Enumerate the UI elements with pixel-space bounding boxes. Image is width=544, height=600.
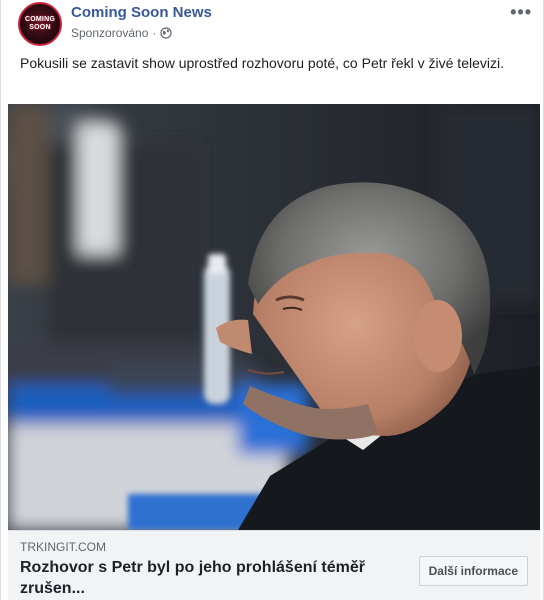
link-preview[interactable]: TRKINGIT.COM Rozhovor s Petr byl po jeho… — [8, 530, 540, 600]
page-avatar[interactable]: COMING SOON — [18, 2, 62, 46]
post-meta: Sponzorováno · — [71, 26, 172, 40]
more-options-icon[interactable]: ••• — [510, 2, 532, 23]
meta-separator: · — [152, 26, 157, 40]
sponsored-post: COMING SOON Coming Soon News Sponzorován… — [0, 0, 544, 600]
learn-more-button[interactable]: Další informace — [418, 556, 528, 586]
post-header: COMING SOON Coming Soon News Sponzorován… — [18, 2, 538, 46]
post-photo-graphic — [8, 104, 540, 530]
link-headline[interactable]: Rozhovor s Petr byl po jeho prohlášení t… — [20, 557, 400, 599]
page-name-link[interactable]: Coming Soon News — [71, 4, 212, 21]
sponsored-label[interactable]: Sponzorováno — [71, 26, 148, 40]
link-domain: TRKINGIT.COM — [20, 540, 106, 554]
post-text: Pokusili se zastavit show uprostřed rozh… — [20, 55, 504, 71]
avatar-text-line1: COMING — [25, 16, 55, 23]
post-image[interactable] — [8, 104, 540, 530]
avatar-text-line2: SOON — [29, 24, 51, 31]
globe-icon[interactable] — [160, 27, 172, 39]
